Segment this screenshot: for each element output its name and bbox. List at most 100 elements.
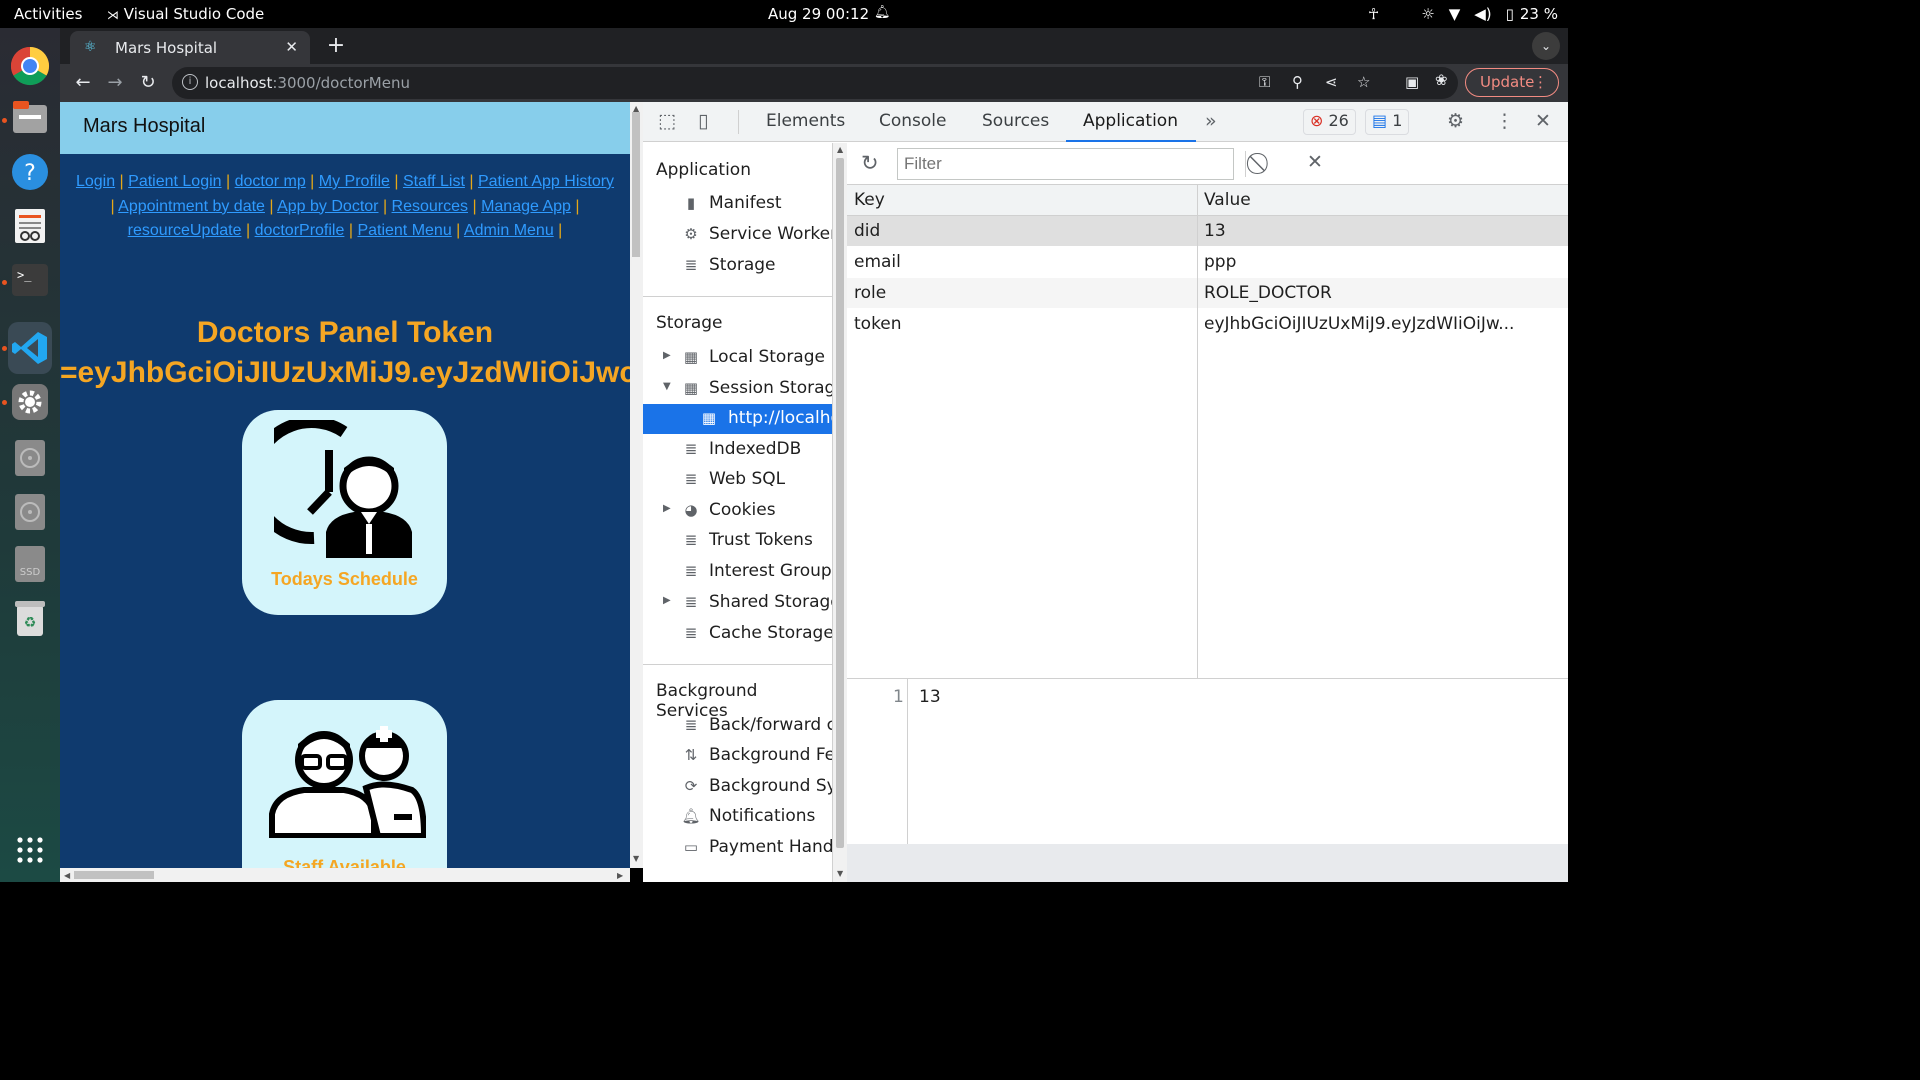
activities-button[interactable]: Activities (14, 5, 82, 23)
app-grid-icon[interactable] (8, 828, 52, 872)
sidebar-item-background-sync[interactable]: ⟳ Background Sync (643, 772, 832, 802)
tab-elements[interactable]: Elements (766, 111, 845, 131)
sidebar-item-background-fetch[interactable]: ⇅ Background Fetch (643, 741, 832, 771)
system-tray[interactable]: ☥ ☼ ▼ ◀︎) ▯ 23 % (1368, 5, 1558, 23)
profile-avatar[interactable]: ❀ (1435, 71, 1448, 89)
expand-arrow-icon[interactable]: ▶ (663, 595, 671, 606)
collapse-arrow-icon[interactable]: ▼ (663, 381, 671, 392)
browser-tab[interactable]: ⚛ Mars Hospital ✕ (70, 31, 310, 64)
focused-app-menu[interactable]: ⋊ Visual Studio Code (107, 5, 264, 23)
chrome-icon[interactable] (8, 44, 52, 88)
value-column-header[interactable]: Value (1204, 190, 1251, 210)
errors-badge[interactable]: ⊗ 26 (1303, 109, 1356, 135)
close-tab-icon[interactable]: ✕ (285, 38, 298, 56)
page-scroll-thumb[interactable] (632, 112, 640, 257)
sidebar-item-storage[interactable]: ≣ Storage (643, 251, 832, 281)
table-row[interactable]: role ROLE_DOCTOR (847, 278, 1568, 309)
table-row[interactable]: did 13 (847, 216, 1568, 247)
inspect-element-icon[interactable]: ⬚ (658, 110, 676, 132)
nav-link-appointment-by-date[interactable]: Appointment by date (118, 198, 265, 215)
preview-value[interactable]: 13 (919, 687, 941, 707)
sidebar-item-cache-storage[interactable]: ≣ Cache Storage (643, 619, 832, 649)
filter-input[interactable] (897, 148, 1234, 180)
table-row[interactable]: token eyJhbGciOiJIUzUxMiJ9.eyJzdWIiOiJw.… (847, 309, 1568, 340)
zoom-icon[interactable]: ⚲ (1292, 73, 1303, 91)
sidebar-scrollbar[interactable]: ▲ ▼ (833, 143, 847, 882)
sidebar-item-shared-storage[interactable]: ▶ ≣ Shared Storage (643, 588, 832, 618)
nav-link-my-profile[interactable]: My Profile (319, 173, 390, 190)
sidebar-item-payment-handler[interactable]: ▭ Payment Handler (643, 833, 832, 863)
disk-icon[interactable] (8, 436, 52, 480)
messages-badge[interactable]: ▤ 1 (1365, 109, 1410, 135)
address-bar[interactable]: i localhost:3000/doctorMenu ⚿ ⚲ ⋖ ☆ (172, 67, 1458, 99)
column-resizer[interactable] (1197, 185, 1198, 678)
staff-available-card[interactable]: Staff Available (242, 700, 447, 868)
settings-icon[interactable] (8, 380, 52, 424)
scroll-up-icon[interactable]: ▲ (837, 145, 843, 154)
expand-arrow-icon[interactable]: ▶ (663, 350, 671, 361)
url-text[interactable]: localhost:3000/doctorMenu (205, 74, 410, 92)
files-icon[interactable] (8, 96, 52, 140)
nav-link-login[interactable]: Login (76, 173, 115, 190)
table-row[interactable]: email ppp (847, 247, 1568, 278)
page-hscroll-thumb[interactable] (74, 871, 154, 879)
accessibility-icon[interactable]: ☥ (1368, 5, 1379, 23)
key-column-header[interactable]: Key (854, 190, 885, 210)
text-editor-icon[interactable] (8, 204, 52, 248)
nav-link-app-by-doctor[interactable]: App by Doctor (277, 198, 378, 215)
nav-link-patient-menu[interactable]: Patient Menu (357, 222, 451, 239)
sidebar-item-trust-tokens[interactable]: ≣ Trust Tokens (643, 526, 832, 556)
customize-menu-icon[interactable]: ⋮ (1495, 110, 1514, 132)
sidebar-item-back-forward-cache[interactable]: ≣ Back/forward cache (643, 711, 832, 741)
sidebar-item-local-storage[interactable]: ▶ ▦ Local Storage (643, 343, 832, 373)
sidebar-item-interest-groups[interactable]: ≣ Interest Groups (643, 557, 832, 587)
sidebar-item-session-storage[interactable]: ▼ ▦ Session Storage (643, 374, 832, 404)
todays-schedule-card[interactable]: Todays Schedule (242, 410, 447, 615)
close-devtools-icon[interactable]: ✕ (1535, 110, 1551, 132)
settings-gear-icon[interactable]: ⚙ (1447, 110, 1464, 132)
page-vertical-scrollbar[interactable]: ▲ ▼ (630, 102, 643, 868)
sidebar-item-session-origin[interactable]: ▦ http://localhost:3000 (643, 404, 832, 434)
new-tab-button[interactable]: + (322, 33, 350, 61)
scroll-down-icon[interactable]: ▼ (837, 869, 843, 878)
refresh-icon[interactable]: ↻ (861, 151, 879, 175)
tab-sources[interactable]: Sources (982, 111, 1049, 131)
share-icon[interactable]: ⋖ (1325, 73, 1338, 91)
nav-link-resource-update[interactable]: resourceUpdate (128, 222, 242, 239)
sidebar-item-manifest[interactable]: ▮ Manifest (643, 189, 832, 219)
scroll-right-icon[interactable]: ▶ (617, 871, 623, 880)
nav-link-patient-login[interactable]: Patient Login (128, 173, 221, 190)
nav-link-doctor-mp[interactable]: doctor mp (235, 173, 306, 190)
side-panel-icon[interactable]: ▣ (1405, 73, 1419, 91)
more-tabs-icon[interactable]: » (1205, 110, 1217, 132)
vscode-icon[interactable] (8, 322, 52, 374)
site-info-icon[interactable]: i (182, 74, 198, 90)
nav-link-resources[interactable]: Resources (392, 198, 468, 215)
reload-button[interactable]: ↻ (135, 70, 161, 96)
terminal-icon[interactable]: >_ (8, 258, 52, 302)
page-horizontal-scrollbar[interactable]: ◀ ▶ (60, 868, 630, 882)
sidebar-item-cookies[interactable]: ▶ ◕ Cookies (643, 496, 832, 526)
ssd-drive-icon[interactable]: SSD (8, 542, 52, 586)
sidebar-scroll-thumb[interactable] (836, 158, 844, 848)
delete-selected-icon[interactable]: ✕ (1307, 151, 1323, 173)
device-toolbar-icon[interactable]: ▯ (698, 110, 708, 132)
tab-console[interactable]: Console (879, 111, 947, 131)
clock[interactable]: Aug 29 00:12 (768, 5, 869, 23)
help-icon[interactable]: ? (8, 150, 52, 194)
back-button[interactable]: ← (70, 70, 96, 96)
key-icon[interactable]: ⚿ (1259, 73, 1270, 91)
expand-arrow-icon[interactable]: ▶ (663, 503, 671, 514)
sidebar-item-indexeddb[interactable]: ≣ IndexedDB (643, 435, 832, 465)
disk-icon-2[interactable] (8, 490, 52, 534)
scroll-left-icon[interactable]: ◀ (64, 871, 70, 880)
sidebar-item-notifications[interactable]: 🔔︎ Notifications (643, 802, 832, 832)
update-button[interactable]: Update ⋮ (1465, 68, 1559, 97)
bookmark-star-icon[interactable]: ☆ (1357, 73, 1370, 91)
nav-link-staff-list[interactable]: Staff List (403, 173, 465, 190)
nav-link-patient-app-history[interactable]: Patient App History (478, 173, 614, 190)
trash-icon[interactable]: ♻ (8, 596, 52, 640)
scroll-down-icon[interactable]: ▼ (633, 854, 639, 863)
nav-link-admin-menu[interactable]: Admin Menu (464, 222, 554, 239)
tab-application[interactable]: Application (1083, 111, 1178, 131)
